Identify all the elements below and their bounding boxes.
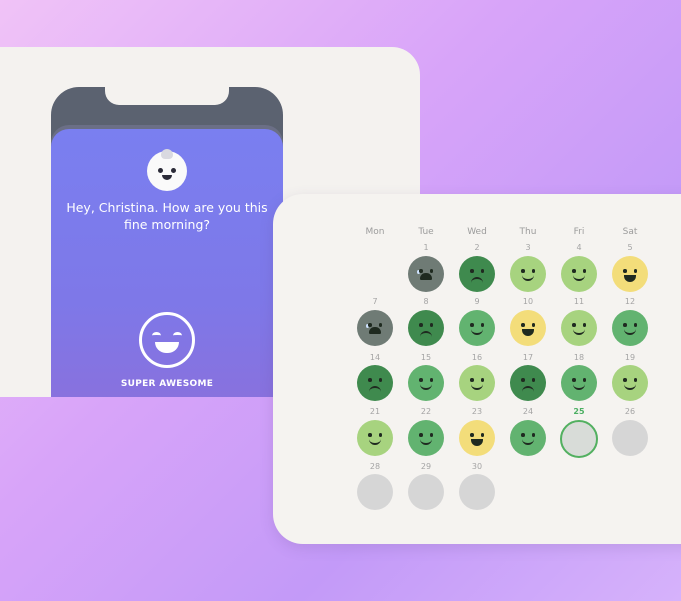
- day-number: 8: [423, 297, 429, 306]
- day-number: 11: [573, 297, 585, 306]
- day-number: 3: [525, 243, 531, 252]
- day-number: 26: [624, 407, 636, 416]
- day-number: 1: [423, 243, 429, 252]
- mood-good-face-icon[interactable]: [612, 365, 648, 401]
- day-number: 28: [369, 462, 381, 471]
- weekday-header: Fri: [573, 227, 585, 237]
- weekday-header: Tue: [418, 227, 434, 237]
- day-number: 23: [471, 407, 483, 416]
- weekday-header: Thu: [519, 227, 537, 237]
- super-awesome-face-icon[interactable]: [139, 312, 195, 368]
- mood-bad-face-icon[interactable]: [357, 365, 393, 401]
- day-number: 12: [624, 297, 636, 306]
- day-number: 9: [474, 297, 480, 306]
- mood-okay-face-icon[interactable]: [408, 420, 444, 456]
- day-number: 30: [471, 462, 483, 471]
- day-number: 2: [474, 243, 480, 252]
- greeting-text: Hey, Christina. How are you this fine mo…: [66, 200, 268, 232]
- weekday-header: Wed: [467, 227, 487, 237]
- day-number: 15: [420, 353, 432, 362]
- phone-notch: [105, 87, 229, 105]
- mood-okay-face-icon[interactable]: [459, 310, 495, 346]
- mood-awesome-face-icon[interactable]: [612, 256, 648, 292]
- mood-okay-face-icon[interactable]: [612, 310, 648, 346]
- mood-label: SUPER AWESOME: [120, 379, 214, 389]
- mood-good-face-icon[interactable]: [561, 310, 597, 346]
- day-number: 16: [471, 353, 483, 362]
- phone-mockup: Hey, Christina. How are you this fine mo…: [51, 87, 283, 397]
- day-number: 19: [624, 353, 636, 362]
- day-number: 21: [369, 407, 381, 416]
- mood-okay-face-icon[interactable]: [408, 365, 444, 401]
- day-number: 14: [369, 353, 381, 362]
- mascot-icon: [147, 149, 187, 191]
- mood-awful-face-icon[interactable]: [408, 256, 444, 292]
- day-number: 7: [372, 297, 378, 306]
- mood-good-face-icon[interactable]: [459, 365, 495, 401]
- mood-okay-face-icon[interactable]: [510, 420, 546, 456]
- mood-bad-face-icon[interactable]: [510, 365, 546, 401]
- mood-awesome-face-icon[interactable]: [510, 310, 546, 346]
- day-number: 17: [522, 353, 534, 362]
- day-number: 25: [573, 407, 585, 416]
- day-number: 4: [576, 243, 582, 252]
- day-number: 24: [522, 407, 534, 416]
- mood-awful-face-icon[interactable]: [357, 310, 393, 346]
- today-day-circle[interactable]: [560, 420, 598, 458]
- day-number: 5: [627, 243, 633, 252]
- mood-calendar-panel: Mon Tue Wed Thu Fri Sat 1 2 3 4 5 7 8 9 10 11 12 14 15 16 1…: [273, 194, 681, 544]
- empty-day-circle[interactable]: [408, 474, 444, 510]
- mood-awesome-face-icon[interactable]: [459, 420, 495, 456]
- mood-okay-face-icon[interactable]: [561, 365, 597, 401]
- mood-good-face-icon[interactable]: [510, 256, 546, 292]
- day-number: 10: [522, 297, 534, 306]
- mood-bad-face-icon[interactable]: [408, 310, 444, 346]
- empty-day-circle[interactable]: [459, 474, 495, 510]
- mood-bad-face-icon[interactable]: [459, 256, 495, 292]
- day-number: 22: [420, 407, 432, 416]
- day-number: 18: [573, 353, 585, 362]
- mood-good-face-icon[interactable]: [357, 420, 393, 456]
- weekday-header: Mon: [365, 227, 385, 237]
- mood-good-face-icon[interactable]: [561, 256, 597, 292]
- empty-day-circle[interactable]: [357, 474, 393, 510]
- weekday-header: Sat: [622, 227, 638, 237]
- day-number: 29: [420, 462, 432, 471]
- mood-prompt-card: Hey, Christina. How are you this fine mo…: [51, 129, 283, 397]
- empty-day-circle[interactable]: [612, 420, 648, 456]
